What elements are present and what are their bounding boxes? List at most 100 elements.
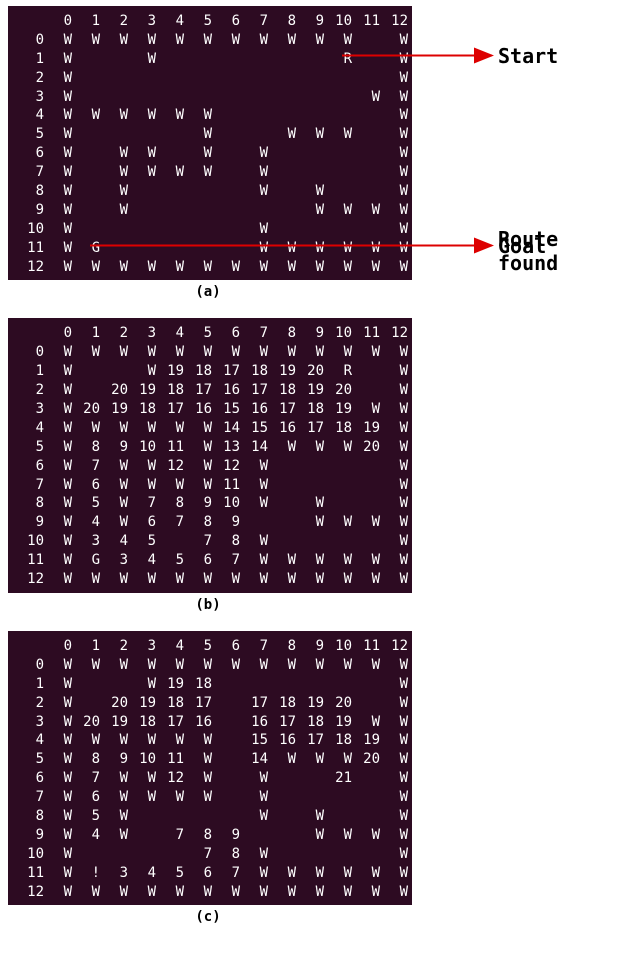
grid-cell: W (100, 656, 128, 675)
grid-cell: 7 (212, 864, 240, 883)
grid-cell: W (44, 419, 72, 438)
grid-cell: W (380, 258, 408, 277)
row-index: 2 (16, 381, 44, 400)
grid-cell: W (380, 656, 408, 675)
grid-cell: W (380, 220, 408, 239)
grid-cell: W (380, 457, 408, 476)
grid-cell: 7 (128, 494, 156, 513)
col-index: 10 (324, 324, 352, 343)
grid-cell: W (212, 31, 240, 50)
grid-cell: W (380, 201, 408, 220)
grid-cell: W (100, 476, 128, 495)
col-index: 2 (100, 637, 128, 656)
row-index: 10 (16, 220, 44, 239)
grid-cell: W (268, 125, 296, 144)
grid-cell: W (184, 476, 212, 495)
grid-cell: W (296, 551, 324, 570)
row-index: 4 (16, 419, 44, 438)
grid-cell: 17 (212, 362, 240, 381)
grid-cell: W (240, 864, 268, 883)
grid-cell: R (324, 50, 352, 69)
grid-cell: W (44, 343, 72, 362)
grid-cell: W (44, 381, 72, 400)
grid-cell: W (100, 258, 128, 277)
grid-cell: 5 (72, 807, 100, 826)
grid-cell: 14 (240, 438, 268, 457)
grid-cell: 14 (240, 750, 268, 769)
grid-cell: W (324, 570, 352, 589)
grid-cell: G (72, 551, 100, 570)
grid-cell: W (100, 513, 128, 532)
grid-cell: W (380, 826, 408, 845)
grid-cell: 19 (296, 694, 324, 713)
grid-cell: W (128, 258, 156, 277)
grid-cell: W (128, 457, 156, 476)
grid-cell: W (128, 788, 156, 807)
grid-cell: W (380, 163, 408, 182)
grid-cell: W (72, 106, 100, 125)
col-index: 9 (296, 324, 324, 343)
grid-cell: W (100, 343, 128, 362)
col-index: 1 (72, 637, 100, 656)
row-index: 3 (16, 713, 44, 732)
row-index: 5 (16, 125, 44, 144)
grid-cell: W (380, 694, 408, 713)
grid-cell: W (44, 675, 72, 694)
row-index: 0 (16, 343, 44, 362)
grid-cell: 6 (72, 788, 100, 807)
grid-cell: W (44, 807, 72, 826)
grid-cell: W (240, 807, 268, 826)
grid-cell: 16 (268, 419, 296, 438)
grid-cell: 21 (324, 769, 352, 788)
row-index: 3 (16, 400, 44, 419)
col-index: 12 (380, 324, 408, 343)
grid-cell: 6 (128, 513, 156, 532)
grid-cell: W (128, 731, 156, 750)
grid-cell: W (44, 731, 72, 750)
col-index: 9 (296, 637, 324, 656)
grid-cell: W (100, 570, 128, 589)
grid-cell: W (380, 31, 408, 50)
grid-cell: 18 (240, 362, 268, 381)
grid-cell: W (100, 731, 128, 750)
grid-cell: W (184, 258, 212, 277)
grid-cell: W (380, 551, 408, 570)
grid-cell: W (324, 551, 352, 570)
grid-cell: 18 (268, 381, 296, 400)
grid-cell: W (240, 656, 268, 675)
grid-cell: 10 (128, 438, 156, 457)
grid-cell: 4 (72, 513, 100, 532)
col-index: 2 (100, 324, 128, 343)
grid-cell: 9 (184, 494, 212, 513)
grid-cell: 18 (156, 694, 184, 713)
caption-b: (b) (8, 597, 408, 613)
grid-cell: 20 (72, 713, 100, 732)
grid-cell: 20 (100, 694, 128, 713)
grid-cell: 18 (128, 713, 156, 732)
grid-cell: 3 (72, 532, 100, 551)
grid-cell: W (324, 343, 352, 362)
grid-cell: 7 (184, 845, 212, 864)
grid-cell: W (240, 163, 268, 182)
grid-cell: W (380, 788, 408, 807)
grid-cell: W (184, 656, 212, 675)
row-index: 8 (16, 807, 44, 826)
grid-cell: W (128, 675, 156, 694)
grid-cell: W (268, 551, 296, 570)
grid-cell: W (296, 343, 324, 362)
grid-cell: 17 (296, 419, 324, 438)
grid-cell: W (44, 31, 72, 50)
row-index: 2 (16, 69, 44, 88)
row-index: 12 (16, 883, 44, 902)
grid-cell: W (100, 494, 128, 513)
row-index: 2 (16, 694, 44, 713)
grid-cell: 5 (156, 864, 184, 883)
col-index: 5 (184, 12, 212, 31)
grid-cell: W (296, 239, 324, 258)
grid-cell: 9 (100, 438, 128, 457)
grid-cell: 17 (184, 381, 212, 400)
grid-cell: W (380, 532, 408, 551)
grid-cell: W (100, 163, 128, 182)
grid-cell: W (240, 570, 268, 589)
col-index: 7 (240, 12, 268, 31)
